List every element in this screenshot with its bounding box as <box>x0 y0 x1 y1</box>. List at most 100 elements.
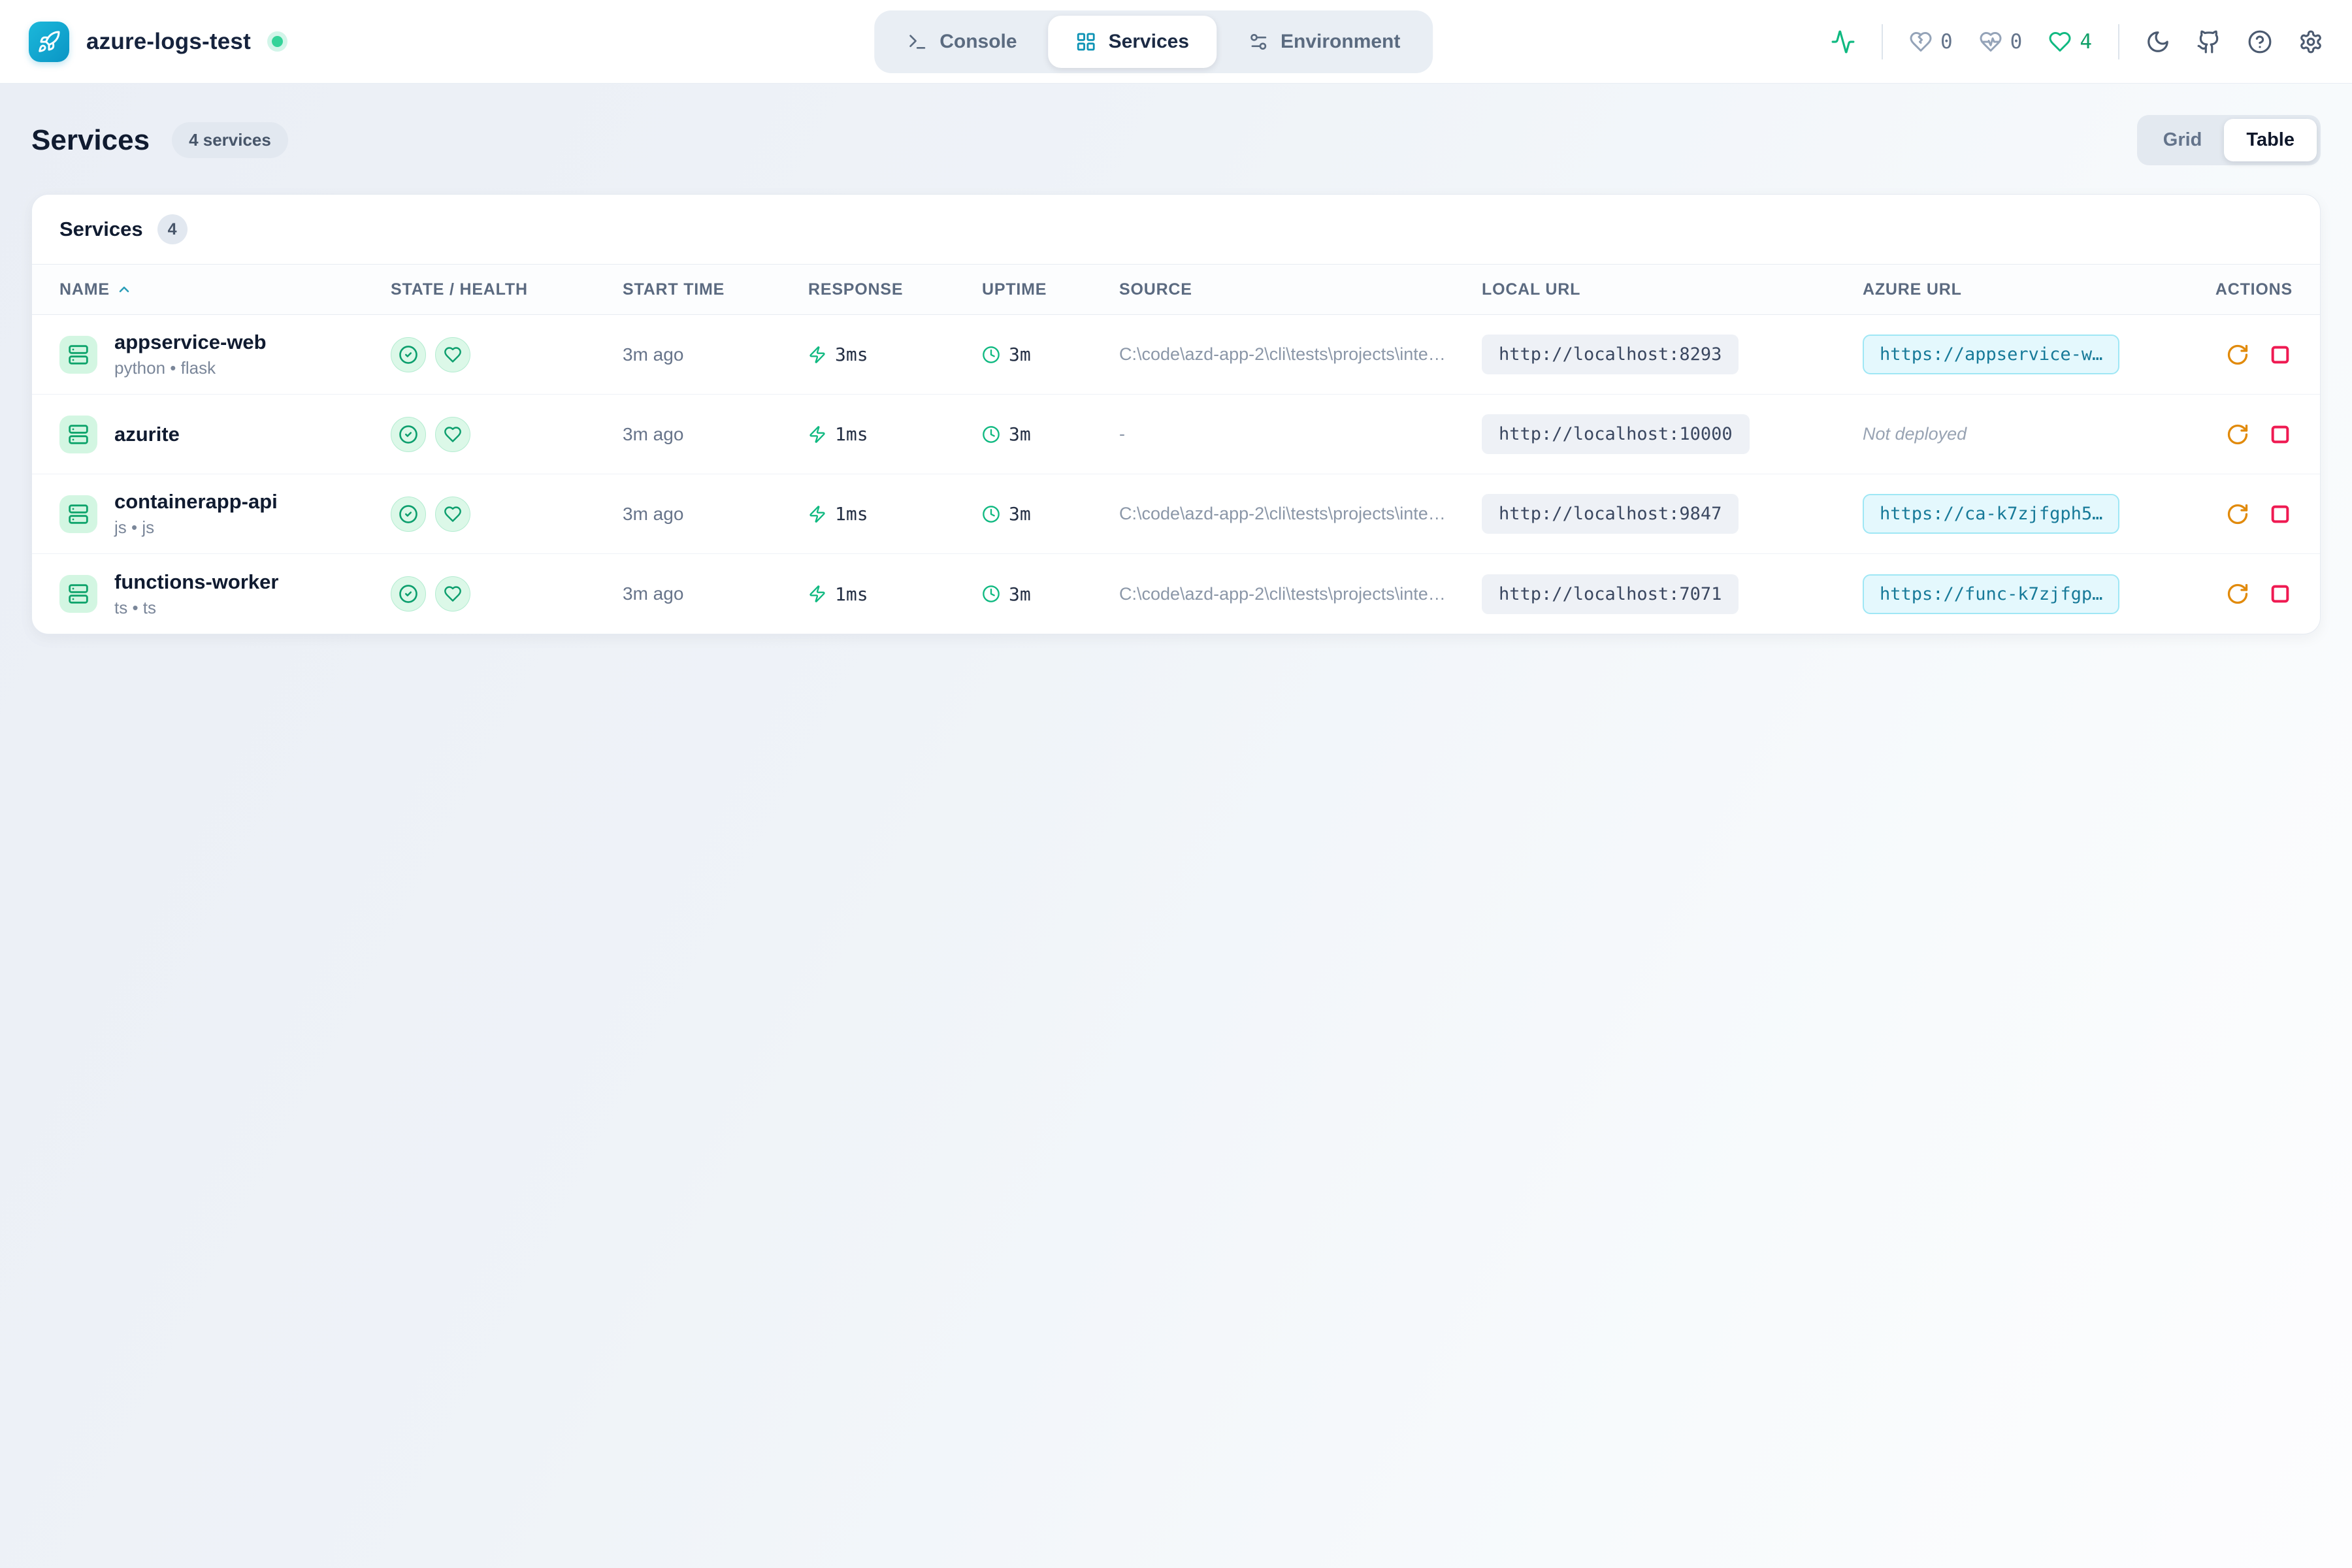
column-header-state[interactable]: STATE / HEALTH <box>363 280 595 299</box>
azure-url-cell: https://appservice-w… <box>1835 335 2202 374</box>
refresh-icon <box>2226 502 2249 526</box>
stop-square-icon <box>2269 344 2291 366</box>
column-header-response[interactable]: RESPONSE <box>781 280 955 299</box>
grid-view-button[interactable]: Grid <box>2141 119 2225 161</box>
table-view-button[interactable]: Table <box>2224 119 2317 161</box>
service-name[interactable]: azurite <box>114 423 180 446</box>
refresh-icon <box>2226 343 2249 367</box>
clock-icon <box>982 505 1000 523</box>
restart-service-button[interactable] <box>2226 423 2249 446</box>
terminal-icon <box>907 31 928 52</box>
azure-url-chip: Not deployed <box>1863 424 1967 444</box>
service-runtime: ts • ts <box>114 598 278 618</box>
zap-icon <box>808 425 826 444</box>
actions-cell <box>2202 423 2320 446</box>
uptime-cell: 3m <box>955 503 1092 525</box>
start-time-cell: 3m ago <box>595 344 781 365</box>
azure-url-chip[interactable]: https://appservice-w… <box>1863 335 2119 374</box>
stop-service-button[interactable] <box>2269 344 2291 366</box>
stop-square-icon <box>2269 503 2291 525</box>
uptime-cell: 3m <box>955 344 1092 365</box>
column-header-name[interactable]: NAME <box>32 280 363 299</box>
source-path: - <box>1119 424 1125 444</box>
heart-icon <box>444 585 462 603</box>
table-row: azurite 3m ago <box>32 395 2320 474</box>
tab-environment[interactable]: Environment <box>1220 16 1428 68</box>
app-logo[interactable] <box>29 22 69 62</box>
column-header-source[interactable]: SOURCE <box>1092 280 1454 299</box>
heart-icon <box>444 346 462 364</box>
restart-service-button[interactable] <box>2226 502 2249 526</box>
response-value: 3ms <box>835 344 868 365</box>
local-url-chip[interactable]: http://localhost:8293 <box>1482 335 1739 374</box>
uptime-value: 3m <box>1009 503 1031 525</box>
page-title: Services <box>31 124 150 157</box>
check-circle-icon <box>399 345 418 365</box>
zap-icon <box>808 505 826 523</box>
stop-square-icon <box>2269 423 2291 446</box>
state-health-cell <box>363 497 595 532</box>
healthy-count: 4 <box>2080 30 2092 54</box>
azure-url-chip[interactable]: https://ca-k7zjfgph5… <box>1863 494 2119 534</box>
unhealthy-counter: 0 <box>1909 30 1953 54</box>
start-time-cell: 3m ago <box>595 583 781 604</box>
state-health-cell <box>363 576 595 612</box>
clock-icon <box>982 346 1000 364</box>
table-row: functions-worker ts • ts <box>32 554 2320 634</box>
column-header-azure-url[interactable]: AZURE URL <box>1835 280 2202 299</box>
column-header-uptime[interactable]: UPTIME <box>955 280 1092 299</box>
grid-icon <box>1076 31 1097 52</box>
service-name[interactable]: containerapp-api <box>114 490 278 514</box>
tab-services[interactable]: Services <box>1049 16 1217 68</box>
github-button[interactable] <box>2197 29 2221 54</box>
table-header-row: NAME STATE / HEALTH START TIME RESPONSE … <box>32 264 2320 315</box>
stop-service-button[interactable] <box>2269 583 2291 605</box>
start-time-value: 3m ago <box>623 583 683 604</box>
local-url-chip[interactable]: http://localhost:7071 <box>1482 574 1739 614</box>
local-url-chip[interactable]: http://localhost:9847 <box>1482 494 1739 534</box>
stop-service-button[interactable] <box>2269 503 2291 525</box>
zap-icon <box>808 585 826 603</box>
restart-service-button[interactable] <box>2226 582 2249 606</box>
service-runtime: js • js <box>114 517 278 538</box>
source-path: C:\code\azd-app-2\cli\tests\projects\int… <box>1119 344 1454 365</box>
local-url-chip[interactable]: http://localhost:10000 <box>1482 414 1750 454</box>
actions-cell <box>2202 343 2320 367</box>
settings-button[interactable] <box>2298 29 2323 54</box>
heart-icon <box>444 425 462 444</box>
column-header-start-time[interactable]: START TIME <box>595 280 781 299</box>
degraded-count: 0 <box>2010 30 2023 54</box>
help-button[interactable] <box>2247 29 2272 54</box>
services-card: Services 4 NAME STATE / HEALTH START TIM… <box>31 194 2321 634</box>
theme-toggle-button[interactable] <box>2146 29 2170 54</box>
column-header-local-url[interactable]: LOCAL URL <box>1454 280 1835 299</box>
local-url-cell: http://localhost:9847 <box>1454 494 1835 534</box>
check-circle-icon <box>399 425 418 444</box>
source-path: C:\code\azd-app-2\cli\tests\projects\int… <box>1119 584 1454 604</box>
azure-url-cell: https://ca-k7zjfgph5… <box>1835 494 2202 534</box>
azure-url-chip[interactable]: https://func-k7zjfgp… <box>1863 574 2119 614</box>
response-cell: 1ms <box>781 503 955 525</box>
source-path: C:\code\azd-app-2\cli\tests\projects\int… <box>1119 504 1454 524</box>
uptime-value: 3m <box>1009 423 1031 445</box>
start-time-value: 3m ago <box>623 344 683 365</box>
stop-service-button[interactable] <box>2269 423 2291 446</box>
card-title: Services <box>59 218 143 241</box>
clock-icon <box>982 425 1000 444</box>
start-time-cell: 3m ago <box>595 424 781 445</box>
name-cell: azurite <box>32 416 363 453</box>
service-name[interactable]: functions-worker <box>114 570 278 594</box>
server-icon <box>59 416 97 453</box>
service-name[interactable]: appservice-web <box>114 331 267 354</box>
restart-service-button[interactable] <box>2226 343 2249 367</box>
start-time-cell: 3m ago <box>595 504 781 525</box>
source-cell: C:\code\azd-app-2\cli\tests\projects\int… <box>1092 344 1454 365</box>
heart-icon <box>444 505 462 523</box>
tab-console[interactable]: Console <box>879 16 1044 68</box>
main-content: Services 4 services Grid Table Services … <box>0 84 2352 634</box>
nav-tabs: Console Services Environment <box>874 10 1433 73</box>
response-cell: 1ms <box>781 423 955 445</box>
moon-icon <box>2146 29 2170 54</box>
gear-icon <box>2298 29 2323 54</box>
actions-cell <box>2202 582 2320 606</box>
